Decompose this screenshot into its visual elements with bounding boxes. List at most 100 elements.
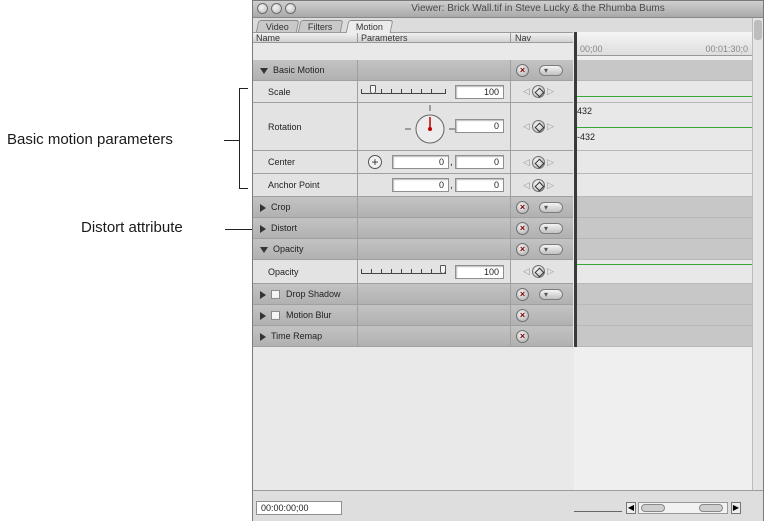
keyframe-graph-line (574, 127, 752, 128)
scroll-thumb[interactable] (754, 20, 762, 40)
row-basic-motion[interactable]: Basic Motion × ▾ (253, 60, 573, 81)
keyframe-diamond-icon[interactable] (532, 265, 545, 278)
keyframe-next-icon[interactable]: ▷ (547, 266, 554, 277)
keyframe-diamond-icon[interactable] (532, 179, 545, 192)
divider (357, 284, 358, 304)
zoom-slider[interactable] (574, 504, 622, 512)
zoom-window-button[interactable] (285, 3, 296, 14)
keyframe-diamond-icon[interactable] (532, 85, 545, 98)
callout-basic-motion-line (224, 140, 239, 141)
slider-tick (391, 89, 392, 93)
keyframe-prev-icon[interactable]: ◁ (523, 180, 530, 191)
row-motion-blur[interactable]: Motion Blur × (253, 305, 573, 326)
row-crop[interactable]: Crop × ▾ (253, 197, 573, 218)
disclosure-closed-icon[interactable] (260, 332, 266, 341)
keyframe-prev-icon[interactable]: ◁ (523, 157, 530, 168)
rotation-value-field[interactable]: 0 (455, 119, 504, 133)
rotation-dial[interactable] (403, 105, 457, 149)
slider-tick (411, 89, 412, 93)
row-opacity-group[interactable]: Opacity × ▾ (253, 239, 573, 260)
column-parameters-header: Parameters (361, 33, 408, 43)
scroll-right-arrow-icon[interactable]: ▶ (731, 502, 741, 514)
keyframe-prev-icon[interactable]: ◁ (523, 266, 530, 277)
reset-x-icon[interactable]: × (516, 64, 529, 77)
column-header: Name Parameters Nav (253, 32, 573, 43)
anchor-x-field[interactable]: 0 (392, 178, 449, 192)
timeline-row (574, 326, 752, 347)
opacity-slider[interactable] (361, 265, 446, 274)
callout-basic-motion-bracket (239, 88, 240, 189)
status-bar: 00:00:00;00 ◀ ▶ (253, 490, 763, 521)
row-time-remap[interactable]: Time Remap × (253, 326, 573, 347)
row-distort[interactable]: Distort × ▾ (253, 218, 573, 239)
row-opacity: Opacity 100 ◁ ▷ (253, 260, 573, 284)
reset-x-icon[interactable]: × (516, 201, 529, 214)
keyframe-next-icon[interactable]: ▷ (547, 121, 554, 132)
center-x-field[interactable]: 0 (392, 155, 449, 169)
keyframe-next-icon[interactable]: ▷ (547, 180, 554, 191)
popup-menu-icon[interactable]: ▾ (539, 244, 563, 255)
row-scale: Scale 100 ◁ ▷ (253, 81, 573, 103)
keyframe-graph-area[interactable]: 00;00 00:01:30;0 432 -432 (574, 32, 752, 490)
keyframe-prev-icon[interactable]: ◁ (523, 86, 530, 97)
center-y-field[interactable]: 0 (455, 155, 504, 169)
minimize-window-button[interactable] (271, 3, 282, 14)
scroll-thumb[interactable] (699, 504, 723, 512)
distort-label: Distort (271, 223, 298, 233)
playhead[interactable] (574, 32, 577, 347)
horizontal-scroll-track[interactable] (638, 502, 728, 514)
opacity-slider-thumb[interactable] (440, 265, 446, 274)
graph-min-label: -432 (577, 132, 596, 142)
vertical-scrollbar[interactable] (752, 18, 763, 505)
divider (357, 60, 358, 80)
disclosure-closed-icon[interactable] (260, 311, 266, 320)
row-anchor-point: Anchor Point 0 , 0 ◁ ▷ (253, 174, 573, 197)
timeline-row (574, 81, 752, 103)
reset-x-icon[interactable]: × (516, 243, 529, 256)
keyframe-prev-icon[interactable]: ◁ (523, 121, 530, 132)
divider (357, 218, 358, 238)
popup-menu-icon[interactable]: ▾ (539, 202, 563, 213)
disclosure-closed-icon[interactable] (260, 224, 266, 233)
row-drop-shadow[interactable]: Drop Shadow × ▾ (253, 284, 573, 305)
title-bar[interactable]: Viewer: Brick Wall.tif in Steve Lucky & … (253, 1, 763, 18)
drop-shadow-checkbox[interactable] (271, 290, 280, 300)
drop-shadow-label: Drop Shadow (286, 288, 341, 299)
reset-x-icon[interactable]: × (516, 309, 529, 322)
tab-bar: Video Filters Motion (253, 18, 763, 33)
scale-slider-thumb[interactable] (370, 85, 376, 94)
popup-menu-icon[interactable]: ▾ (539, 223, 563, 234)
disclosure-closed-icon[interactable] (260, 203, 266, 212)
keyframe-diamond-icon[interactable] (532, 120, 545, 133)
opacity-group-label: Opacity (273, 244, 304, 254)
keyframe-diamond-icon[interactable] (532, 156, 545, 169)
keyframe-next-icon[interactable]: ▷ (547, 157, 554, 168)
timecode-field[interactable]: 00:00:00;00 (256, 501, 342, 515)
motion-blur-checkbox[interactable] (271, 311, 280, 321)
keyframe-next-icon[interactable]: ▷ (547, 86, 554, 97)
scroll-left-arrow-icon[interactable]: ◀ (626, 502, 636, 514)
scale-value-field[interactable]: 100 (455, 85, 504, 99)
tab-motion[interactable]: Motion (345, 20, 394, 33)
reset-x-icon[interactable]: × (516, 288, 529, 301)
slider-tick (401, 269, 402, 273)
disclosure-open-icon[interactable] (260, 246, 268, 253)
divider (357, 260, 358, 283)
close-window-button[interactable] (257, 3, 268, 14)
anchor-y-field[interactable]: 0 (455, 178, 504, 192)
timeline-ruler[interactable]: 00;00 00:01:30;0 (574, 32, 752, 56)
scale-slider[interactable] (361, 85, 446, 94)
timeline-row (574, 60, 752, 81)
reset-x-icon[interactable]: × (516, 330, 529, 343)
opacity-value-field[interactable]: 100 (455, 265, 504, 279)
basic-motion-label: Basic Motion (273, 65, 325, 75)
disclosure-open-icon[interactable] (260, 67, 268, 74)
disclosure-closed-icon[interactable] (260, 290, 266, 299)
popup-menu-icon[interactable]: ▾ (539, 289, 563, 300)
popup-menu-icon[interactable]: ▾ (539, 65, 563, 76)
crosshair-icon[interactable]: + (368, 155, 382, 169)
reset-x-icon[interactable]: × (516, 222, 529, 235)
scroll-thumb[interactable] (641, 504, 665, 512)
row-label: Motion Blur (260, 310, 332, 321)
keyframe-graph-line (574, 264, 752, 265)
